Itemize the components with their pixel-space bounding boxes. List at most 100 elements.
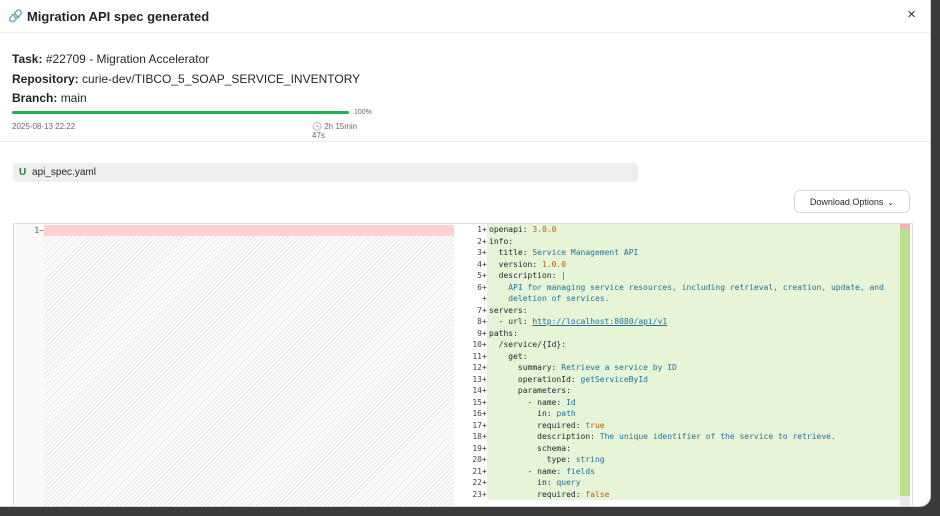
code-token: parameters: [489,386,571,395]
close-button[interactable]: × [907,7,916,23]
diff-added-line: 6+ API for managing service resources, i… [454,281,900,293]
code-token: description: [489,271,562,280]
line-number: 5 [477,271,482,280]
code-token: false [585,489,610,499]
code-token: title: [489,248,533,257]
diff-left-line: 1− [14,225,454,236]
diff-added-line: 2+ info: [454,235,900,247]
code-token: version: [489,259,542,269]
code-link[interactable]: http://localhost:8080/api/v1 [532,317,667,326]
added-sign: + [482,305,487,315]
added-sign: + [482,455,487,464]
diff-viewer[interactable]: 1− 1+ openapi: 3.0.0 2+ info: 3+ title: Serv… [13,223,913,506]
line-number: 13 [472,374,482,384]
added-sign: + [482,271,487,280]
code-token: query [556,478,581,487]
diff-added-line: 11+ get: [454,350,900,362]
task-date: 2025-08-13 22:22 [12,122,76,131]
line-number: 10 [472,340,482,349]
added-sign: + [482,409,487,418]
left-gutter [14,224,44,506]
diff-added-line: 7+ servers: [454,304,900,316]
diff-added-line: 21+ - name: fields [454,465,900,477]
diff-added-line: 5+ description: | [454,270,900,282]
line-number: 23 [472,489,482,499]
download-options-label: Download Options [809,197,884,207]
diff-added-line: 12+ summary: Retrieve a service by ID [454,362,900,374]
code-token: description: [489,432,600,441]
diff-added-line: 1+ openapi: 3.0.0 [454,224,900,236]
removed-line-bg [44,225,454,236]
code-token: required: [489,420,586,430]
line-number: 6 [477,282,482,292]
migration-spec-modal: 🔗 Migration API spec generated × Task: #… [0,0,930,506]
task-value: #22709 - Migration Accelerator [45,52,210,66]
added-sign: + [482,420,487,430]
task-label: Task: [12,52,43,66]
progress-bar-fill [12,111,349,114]
code-token: Id [566,397,576,407]
code-token: type: [489,455,576,464]
line-number: 2 [477,236,482,246]
code-token: - name: [489,397,567,407]
code-text: openapi: 3.0.0 [487,224,900,236]
file-status-badge: U [19,167,27,178]
repository-label: Repository: [12,71,79,86]
link-icon: 🔗 [8,9,23,23]
code-token: openapi: [489,225,533,234]
code-text: title: Service Management API [487,247,900,259]
code-token: schema: [489,443,571,453]
line-number: 7 [477,305,482,315]
line-number: 20 [472,455,482,464]
line-number: 17 [472,420,482,430]
removed-marker [900,224,910,229]
diff-added-line: 23+ required: false [454,488,900,500]
task-row: Task: #22709 - Migration Accelerator [12,50,912,70]
diff-added-line: 14+ parameters: [454,385,900,397]
code-text: required: true [487,419,900,431]
code-token: Service Management API [532,248,639,257]
diff-right-pane: 1+ openapi: 3.0.0 2+ info: 3+ title: Service… [454,224,900,506]
diff-left-pane: 1− [14,224,454,506]
added-sign: + [482,466,487,476]
code-token: summary: [489,363,562,372]
added-marker [900,224,910,496]
code-token: getServiceById [580,374,648,384]
line-number: 11 [472,351,482,361]
code-token: path [556,409,576,418]
code-text: description: The unique identifier of th… [487,431,900,443]
diff-added-line: 13+ operationId: getServiceById [454,373,900,385]
code-text: - name: fields [487,465,900,477]
diff-added-line: 22+ in: query [454,477,900,489]
diff-added-line: 3+ title: Service Management API [454,247,900,259]
added-sign: + [482,351,487,361]
added-sign: + [482,386,487,395]
diff-overview-ruler[interactable] [900,224,910,506]
code-token: info: [489,236,514,246]
code-token: servers: [489,305,528,315]
diff-added-line: 8+ - url: http://localhost:8080/api/v1 [454,316,900,328]
code-text: info: [487,235,900,247]
divider [0,141,930,142]
repository-value: curie-dev/TIBCO_5_SOAP_SERVICE_INVENTORY [82,71,361,86]
line-number: 9 [477,328,482,338]
code-token: deletion of services. [489,294,610,303]
download-options-button[interactable]: Download Options ⌄ [794,190,910,213]
added-sign: + [482,443,487,453]
code-text: servers: [487,304,900,316]
added-sign: + [482,489,487,499]
added-sign: + [482,248,487,257]
added-sign: + [482,397,487,407]
file-header[interactable]: U api_spec.yaml [13,163,638,182]
added-sign: + [482,259,487,269]
code-text: parameters: [487,385,900,397]
branch-row: Branch: main [12,89,912,109]
progress-percent: 100% [354,109,372,116]
modal-header: 🔗 Migration API spec generated [0,0,930,33]
code-text: operationId: getServiceById [487,373,900,385]
line-number: 1− [34,226,44,235]
diff-added-line: 19+ schema: [454,442,900,454]
code-token: /service/{Id}: [489,340,567,349]
line-number: 16 [472,409,482,418]
code-token: | [561,271,567,280]
